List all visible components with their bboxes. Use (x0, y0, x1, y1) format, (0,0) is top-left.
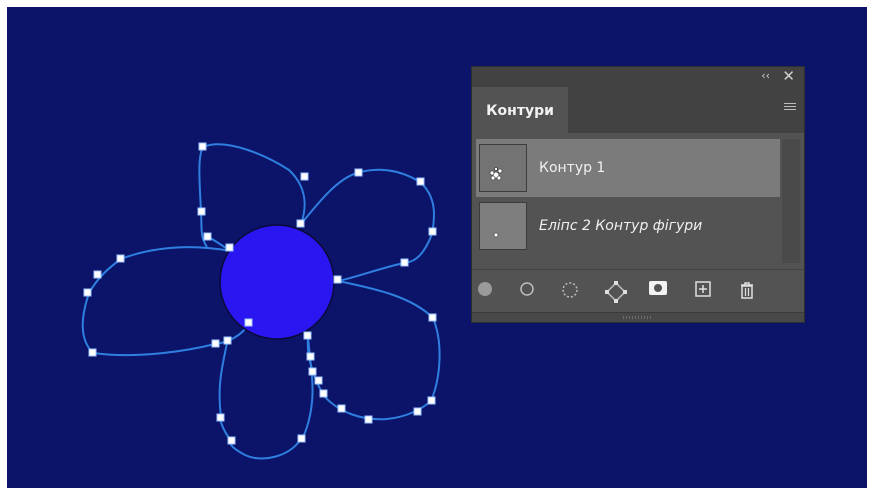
path-label: Еліпс 2 Контур фігури (539, 218, 703, 234)
flower-thumbnail-icon (489, 167, 503, 181)
anchor-point (116, 254, 125, 263)
path-thumbnail (479, 202, 527, 250)
anchor-point (333, 275, 342, 284)
load-selection-icon[interactable] (560, 280, 584, 304)
make-work-path-icon[interactable] (604, 280, 628, 304)
path-row-contour-1[interactable]: Контур 1 (476, 139, 780, 197)
path-label: Контур 1 (539, 160, 606, 176)
anchor-point (427, 396, 436, 405)
path-list: Контур 1 Еліпс 2 Контур фігури (476, 139, 780, 263)
anchor-point (300, 172, 309, 181)
anchor-point (416, 177, 425, 186)
anchor-point (319, 389, 328, 398)
anchor-point (303, 331, 312, 340)
fill-path-icon[interactable] (476, 280, 500, 304)
anchor-point (203, 232, 212, 241)
document-canvas[interactable]: ‹‹ ✕ Контури Контур 1 Еліпс 2 Контур фіг… (7, 7, 867, 488)
anchor-point (197, 207, 206, 216)
anchor-point (93, 270, 102, 279)
anchor-point (211, 339, 220, 348)
collapse-panel-icon[interactable]: ‹‹ (761, 69, 770, 82)
tab-paths[interactable]: Контури (472, 87, 568, 134)
close-panel-icon[interactable]: ✕ (782, 67, 795, 85)
anchor-point (216, 413, 225, 422)
anchor-point (83, 288, 92, 297)
anchor-point (337, 404, 346, 413)
anchor-point (198, 142, 207, 151)
anchor-point (428, 313, 437, 322)
flower-center-circle (219, 224, 335, 340)
paths-panel: ‹‹ ✕ Контури Контур 1 Еліпс 2 Контур фіг… (471, 66, 805, 323)
anchor-point (428, 227, 437, 236)
new-path-icon[interactable] (694, 280, 718, 304)
anchor-point (308, 367, 317, 376)
stroke-path-icon[interactable] (518, 280, 542, 304)
add-mask-icon[interactable] (648, 280, 672, 304)
panel-menu-icon[interactable] (784, 103, 796, 113)
anchor-point (413, 407, 422, 416)
path-thumbnail (479, 144, 527, 192)
panel-resize-grip[interactable] (472, 312, 804, 322)
path-list-scrollbar[interactable] (782, 139, 800, 263)
panel-toolbar (472, 269, 804, 314)
path-row-ellipse-2[interactable]: Еліпс 2 Контур фігури (476, 197, 780, 255)
anchor-point (364, 415, 373, 424)
anchor-point (306, 352, 315, 361)
anchor-point (244, 318, 253, 327)
panel-tabbar: Контури (472, 87, 804, 134)
anchor-point (225, 243, 234, 252)
anchor-point (296, 219, 305, 228)
anchor-point (88, 348, 97, 357)
anchor-point (223, 336, 232, 345)
ellipse-thumbnail-icon (493, 232, 499, 238)
anchor-point (297, 434, 306, 443)
anchor-point (400, 258, 409, 267)
delete-path-icon[interactable] (738, 280, 762, 304)
anchor-point (227, 436, 236, 445)
anchor-point (314, 376, 323, 385)
panel-titlebar[interactable]: ‹‹ ✕ (472, 67, 804, 87)
anchor-point (354, 168, 363, 177)
